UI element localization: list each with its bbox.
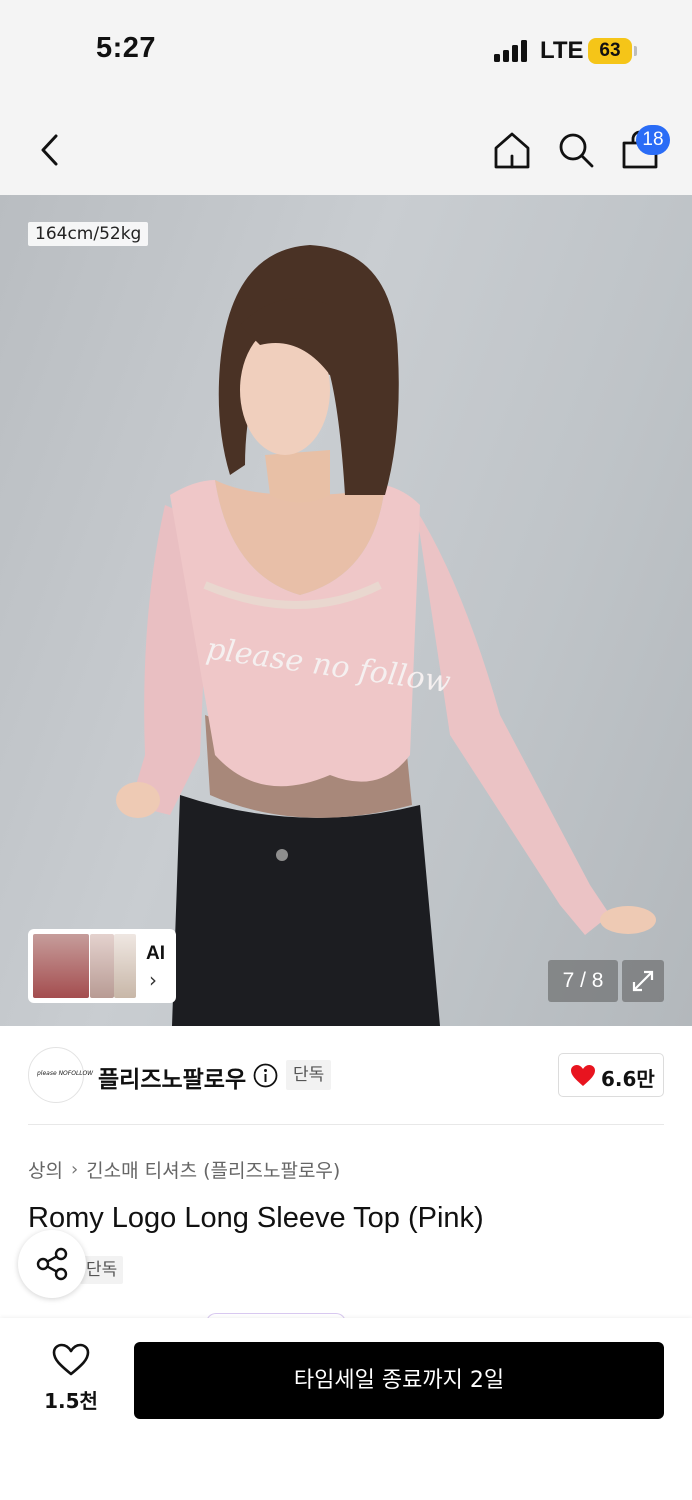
image-counter: 7 / 8 bbox=[548, 960, 618, 1002]
model-photo: please no follow bbox=[116, 245, 656, 1026]
brand-logo[interactable]: please NOFOLLOW bbox=[28, 1047, 93, 1103]
divider bbox=[28, 1124, 664, 1125]
model-size-tag: 164cm/52kg bbox=[28, 222, 149, 246]
share-icon bbox=[36, 1247, 68, 1281]
breadcrumb: 상의 › 긴소매 티셔츠 (플리즈노팔로우) bbox=[28, 1156, 340, 1183]
top-nav bbox=[0, 100, 692, 195]
battery-tip bbox=[634, 46, 637, 56]
info-icon[interactable] bbox=[253, 1063, 278, 1088]
brand-name[interactable]: 플리즈노팔로우 bbox=[98, 1060, 246, 1094]
heart-outline-icon bbox=[52, 1343, 90, 1376]
wishlist-button[interactable]: 1.5천 bbox=[40, 1343, 102, 1418]
wishlist-count: 1.5천 bbox=[44, 1389, 98, 1413]
time-sale-button[interactable]: 타임세일 종료까지 2일 bbox=[134, 1342, 664, 1419]
brand-like-button[interactable]: 6.6만 bbox=[558, 1053, 664, 1097]
expand-icon bbox=[632, 970, 654, 992]
product-exclusive-badge: 단독 bbox=[80, 1256, 124, 1284]
ai-thumb-2 bbox=[90, 934, 114, 998]
back-button[interactable] bbox=[36, 130, 66, 170]
ai-thumb-3 bbox=[114, 934, 136, 998]
signal-icon bbox=[494, 40, 528, 62]
chevron-right-icon: › bbox=[149, 968, 157, 992]
home-icon bbox=[494, 132, 530, 169]
network-label: LTE bbox=[540, 37, 584, 64]
home-button[interactable] bbox=[492, 130, 532, 170]
cart-count-badge: 18 bbox=[636, 125, 670, 155]
ai-styling-card[interactable]: AI › bbox=[28, 929, 176, 1003]
breadcrumb-category[interactable]: 상의 bbox=[28, 1156, 63, 1183]
brand-like-count: 6.6만 bbox=[601, 1067, 655, 1091]
ai-label: AI bbox=[146, 943, 165, 964]
breadcrumb-subcategory[interactable]: 긴소매 티셔츠 (플리즈노팔로우) bbox=[86, 1156, 340, 1183]
product-image[interactable]: please no follow 164cm/52kg AI › 7 / 8 bbox=[0, 195, 692, 1026]
battery-icon: 63 bbox=[588, 38, 632, 64]
search-button[interactable] bbox=[556, 130, 596, 170]
chevron-right-icon: › bbox=[70, 1159, 79, 1180]
status-bar: 5:27 LTE 63 bbox=[0, 0, 692, 100]
exclusive-badge: 단독 bbox=[286, 1060, 332, 1090]
brand-logo-text: please NOFOLLOW bbox=[37, 1070, 94, 1077]
status-time: 5:27 bbox=[96, 32, 157, 64]
ai-thumb-1 bbox=[33, 934, 89, 998]
share-button[interactable] bbox=[18, 1230, 86, 1298]
search-icon bbox=[559, 133, 594, 168]
chevron-left-icon bbox=[41, 134, 58, 166]
fullscreen-button[interactable] bbox=[622, 960, 664, 1002]
product-title: Romy Logo Long Sleeve Top (Pink) bbox=[28, 1202, 484, 1234]
heart-filled-icon bbox=[571, 1065, 595, 1086]
